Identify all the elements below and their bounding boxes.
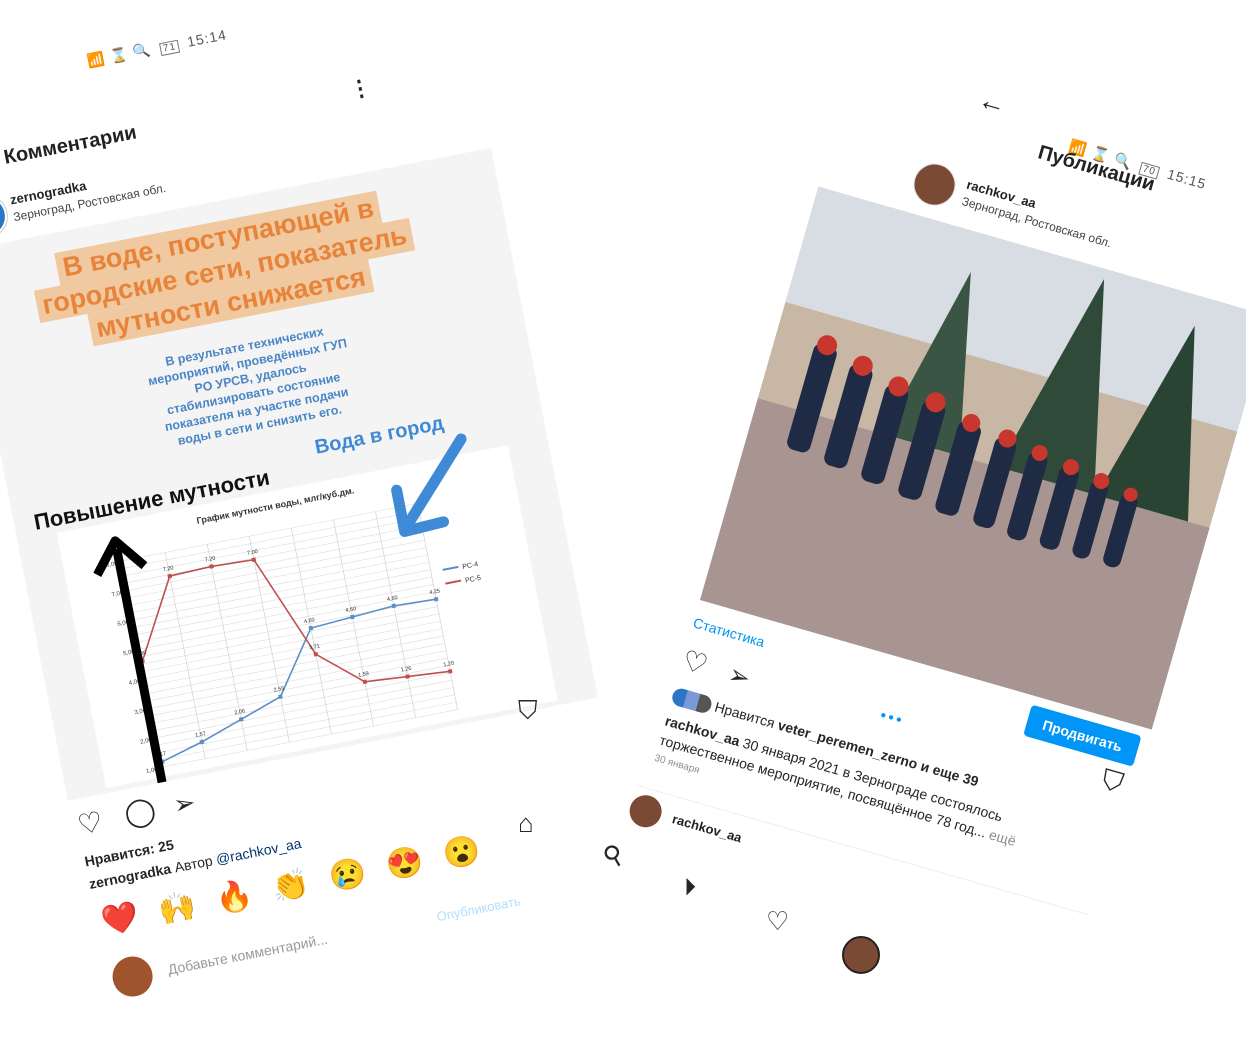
status-icons: 📶 ⌛ 🔍	[85, 41, 153, 70]
send-icon[interactable]: ➢	[171, 787, 198, 822]
comment-input[interactable]: Добавьте комментарий...	[166, 931, 329, 978]
battery-icon: 71	[158, 39, 181, 57]
liker-avatars-icon[interactable]	[670, 686, 714, 716]
back-arrow-icon[interactable]: ←	[975, 83, 1010, 121]
emoji-fire[interactable]: 🔥	[213, 877, 256, 917]
activity-heart-icon[interactable]: ♡	[766, 906, 789, 937]
data-point	[199, 739, 205, 745]
data-point	[209, 564, 214, 569]
avatar[interactable]	[908, 158, 961, 211]
data-point	[251, 557, 257, 563]
data-point	[433, 596, 439, 602]
emoji-clap[interactable]: 👏	[269, 866, 312, 906]
data-point	[362, 679, 368, 685]
send-icon[interactable]: ➢	[725, 658, 754, 694]
data-point	[405, 674, 410, 679]
reels-icon[interactable]: ⏵	[684, 874, 696, 902]
avatar[interactable]: ✦	[0, 191, 11, 242]
profile-avatar[interactable]	[842, 936, 880, 974]
more-vertical-icon[interactable]: ⋮	[347, 74, 374, 104]
data-point	[391, 603, 397, 609]
heart-icon[interactable]: ♡	[678, 643, 712, 682]
bookmark-icon[interactable]: ⛉	[518, 695, 538, 727]
emoji-raised-hands[interactable]: 🙌	[156, 889, 199, 929]
comment-icon[interactable]: ◯	[121, 792, 159, 830]
data-point	[308, 625, 314, 631]
avatar[interactable]	[625, 791, 666, 832]
emoji-heart[interactable]: ❤️	[99, 900, 142, 940]
caption-mention[interactable]: @rachkov_aa	[215, 835, 303, 867]
data-point	[313, 651, 319, 657]
data-point	[238, 716, 244, 722]
bookmark-icon[interactable]: ⛉	[1098, 763, 1127, 801]
status-time: 15:14	[185, 26, 229, 50]
carousel-dots: ●●●	[878, 709, 906, 727]
caption-text: Автор	[173, 852, 214, 876]
statistics-link[interactable]: Статистика	[691, 614, 766, 650]
data-point	[278, 694, 283, 700]
data-point	[167, 573, 173, 579]
heart-icon[interactable]: ♡	[75, 805, 106, 842]
user-avatar[interactable]	[109, 953, 157, 1000]
next-post-username[interactable]: rachkov_aa	[671, 811, 744, 845]
emoji-cry[interactable]: 😢	[326, 855, 369, 895]
status-bar: 📶 ⌛ 🔍 71 15:14	[86, 26, 229, 70]
home-icon[interactable]: ⌂	[518, 808, 534, 839]
data-point	[349, 614, 355, 620]
right-phone-screen: 📶 ⌛ 🔍 70 15:15 ← Публикации rachkov_aa З…	[500, 0, 1246, 976]
page-title: Комментарии	[1, 121, 139, 169]
